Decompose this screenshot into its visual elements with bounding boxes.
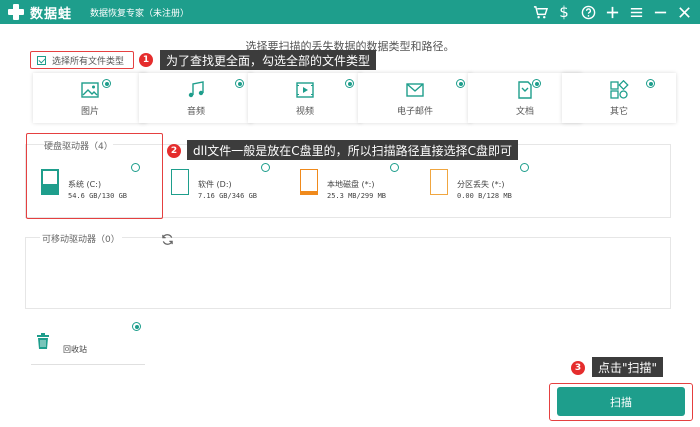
- radio-selected-icon[interactable]: [345, 79, 354, 88]
- email-icon: [405, 80, 425, 100]
- disk-icon: [41, 169, 59, 195]
- file-type-other[interactable]: 其它: [562, 73, 676, 123]
- question-icon[interactable]: [578, 2, 598, 22]
- file-type-label: 其它: [609, 107, 628, 117]
- drive-size: 7.16 GB/346 GB: [198, 192, 258, 200]
- drive-size: 54.6 GB/130 GB: [68, 192, 128, 200]
- radio-unselected-icon[interactable]: [520, 163, 529, 172]
- file-type-label: 音频: [186, 107, 205, 117]
- drive-name: 分区丢失 (*:): [457, 180, 505, 189]
- app-subtitle: 数据恢复专家（未注册）: [90, 9, 190, 19]
- trash-icon[interactable]: [36, 333, 50, 353]
- tip-2: dll文件一般是放在C盘里的，所以扫描路径直接选择C盘即可: [187, 140, 519, 160]
- video-icon: [295, 80, 315, 100]
- cart-icon[interactable]: [530, 2, 550, 22]
- title-bar: 数据蛙 数据恢复专家（未注册） $: [0, 0, 700, 24]
- app-name: 数据蛙: [30, 7, 73, 22]
- drive-local-disk[interactable]: 本地磁盘 (*:) 25.3 MB/299 MB: [300, 163, 430, 206]
- removable-drives-panel: [25, 237, 671, 309]
- dollar-icon[interactable]: $: [554, 2, 574, 22]
- radio-unselected-icon[interactable]: [390, 163, 399, 172]
- hard-drives-title: 硬盘驱动器（4）: [44, 139, 113, 152]
- recycle-bin-label: 回收站: [63, 345, 87, 354]
- drive-name: 系统 (C:): [68, 180, 102, 189]
- tip-3: 点击"扫描": [592, 357, 664, 377]
- radio-selected-icon[interactable]: [132, 322, 141, 331]
- tip-1-number: 1: [139, 53, 153, 67]
- disk-icon: [300, 169, 318, 195]
- drive-c[interactable]: 系统 (C:) 54.6 GB/130 GB: [41, 163, 171, 206]
- radio-selected-icon[interactable]: [235, 79, 244, 88]
- file-type-label: 电子邮件: [396, 107, 433, 117]
- select-all-label: 选择所有文件类型: [52, 56, 125, 67]
- disk-icon: [430, 169, 448, 195]
- radio-selected-icon[interactable]: [456, 79, 465, 88]
- tip-1: 为了查找更全面，勾选全部的文件类型: [160, 50, 377, 70]
- removable-drives-title: 可移动驱动器（0）: [40, 232, 122, 245]
- drive-size: 25.3 MB/299 MB: [327, 192, 387, 200]
- radio-unselected-icon[interactable]: [261, 163, 270, 172]
- file-type-audio[interactable]: 音频: [139, 73, 253, 123]
- tip-2-number: 2: [167, 144, 181, 158]
- refresh-icon[interactable]: [161, 231, 174, 245]
- file-type-email[interactable]: 电子邮件: [358, 73, 472, 123]
- radio-selected-icon[interactable]: [646, 79, 655, 88]
- minimize-icon[interactable]: [650, 2, 670, 22]
- checkbox-checked-icon: [37, 55, 46, 65]
- disk-icon: [171, 169, 189, 195]
- app-logo-icon: [6, 2, 26, 22]
- radio-selected-icon[interactable]: [102, 79, 111, 88]
- radio-unselected-icon[interactable]: [131, 163, 140, 172]
- menu-icon[interactable]: [626, 2, 646, 22]
- scan-button[interactable]: 扫描: [557, 387, 685, 416]
- drive-name: 本地磁盘 (*:): [327, 180, 375, 189]
- drive-name: 软件 (D:): [198, 180, 232, 189]
- close-icon[interactable]: [674, 2, 694, 22]
- select-all-checkbox[interactable]: 选择所有文件类型: [30, 51, 134, 69]
- plus-icon[interactable]: [602, 2, 622, 22]
- divider: [31, 364, 145, 365]
- file-type-label: 图片: [80, 107, 99, 117]
- window-controls: $: [530, 2, 694, 22]
- document-icon: [515, 80, 535, 100]
- tip-3-number: 3: [571, 361, 585, 375]
- image-icon: [80, 80, 100, 100]
- drive-lost-partition[interactable]: 分区丢失 (*:) 0.00 B/128 MB: [430, 163, 560, 206]
- other-icon: [609, 79, 629, 100]
- drive-d[interactable]: 软件 (D:) 7.16 GB/346 GB: [171, 163, 301, 206]
- music-icon: [186, 80, 206, 100]
- file-type-video[interactable]: 视频: [248, 73, 362, 123]
- file-type-label: 视频: [295, 107, 314, 117]
- file-type-image[interactable]: 图片: [33, 73, 147, 123]
- drive-size: 0.00 B/128 MB: [457, 192, 512, 200]
